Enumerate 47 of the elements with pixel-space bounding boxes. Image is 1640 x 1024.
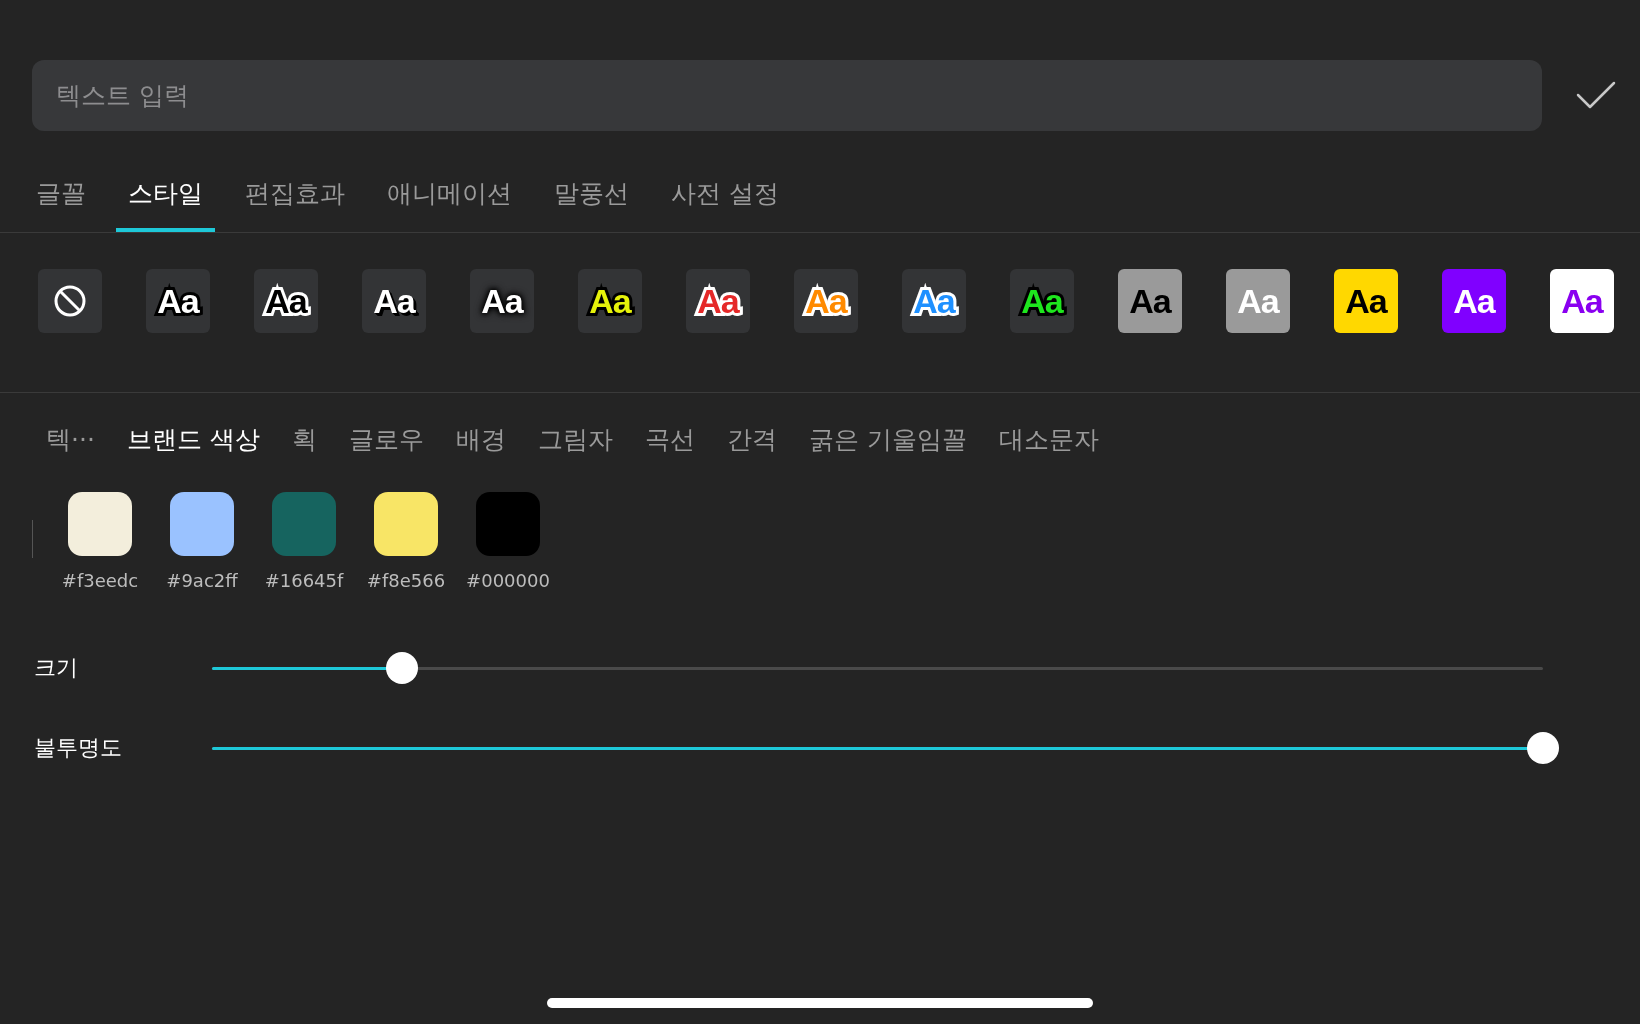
check-icon[interactable] <box>1576 80 1616 111</box>
text-style-preset[interactable]: Aa <box>902 269 966 333</box>
tab[interactable]: 사전 설정 <box>659 165 791 232</box>
sub-tab[interactable]: 배경 <box>445 415 516 464</box>
slider-label: 불투명도 <box>34 734 123 762</box>
text-style-preset[interactable]: Aa <box>794 269 858 333</box>
color-code: #16645f <box>264 570 344 591</box>
no-style-button[interactable] <box>38 269 102 333</box>
slider-thumb[interactable] <box>1527 731 1559 764</box>
text-style-preset[interactable]: Aa <box>1442 269 1506 333</box>
sub-tab[interactable]: 글로우 <box>338 415 434 464</box>
sub-tab[interactable]: 간격 <box>716 415 787 464</box>
slider-label: 크기 <box>34 654 79 682</box>
sub-tab[interactable]: 곡선 <box>634 415 705 464</box>
text-style-preset[interactable]: Aa <box>146 269 210 333</box>
tab[interactable]: 편집효과 <box>233 165 357 232</box>
text-style-preset[interactable]: Aa <box>1010 269 1074 333</box>
text-input-field[interactable]: 텍스트 입력 <box>32 60 1542 131</box>
sub-tab[interactable]: 그림자 <box>527 415 623 464</box>
text-style-preset[interactable]: Aa <box>578 269 642 333</box>
text-style-preset[interactable]: Aa <box>470 269 534 333</box>
text-style-preset[interactable]: Aa <box>1550 269 1614 333</box>
text-style-preset[interactable]: Aa <box>1334 269 1398 333</box>
tab[interactable]: 글꼴 <box>24 165 98 232</box>
tab[interactable]: 스타일 <box>116 165 215 232</box>
tab[interactable]: 애니메이션 <box>375 165 524 232</box>
text-style-preset[interactable]: Aa <box>686 269 750 333</box>
color-code: #f3eedc <box>61 570 139 591</box>
text-style-preset[interactable]: Aa <box>1118 269 1182 333</box>
sub-tab[interactable]: 획 <box>281 415 327 464</box>
color-code: #f8e566 <box>366 570 446 591</box>
color-swatch[interactable] <box>374 492 438 556</box>
color-swatch[interactable] <box>476 492 540 556</box>
sub-tab[interactable]: 굵은 기울임꼴 <box>798 415 977 464</box>
text-style-preset[interactable]: Aa <box>1226 269 1290 333</box>
tab[interactable]: 말풍선 <box>542 165 641 232</box>
color-swatch[interactable] <box>68 492 132 556</box>
color-code: #000000 <box>466 570 550 591</box>
sub-tab[interactable]: 텍··· <box>36 415 105 464</box>
color-swatch[interactable] <box>170 492 234 556</box>
color-code: #9ac2ff <box>166 570 238 591</box>
prohibited-icon <box>53 284 87 318</box>
color-swatch[interactable] <box>272 492 336 556</box>
sub-tab[interactable]: 대소문자 <box>988 415 1109 464</box>
slider-thumb[interactable] <box>386 651 419 684</box>
sub-tab[interactable]: 브랜드 색상 <box>116 415 270 464</box>
text-style-preset[interactable]: Aa <box>362 269 426 333</box>
